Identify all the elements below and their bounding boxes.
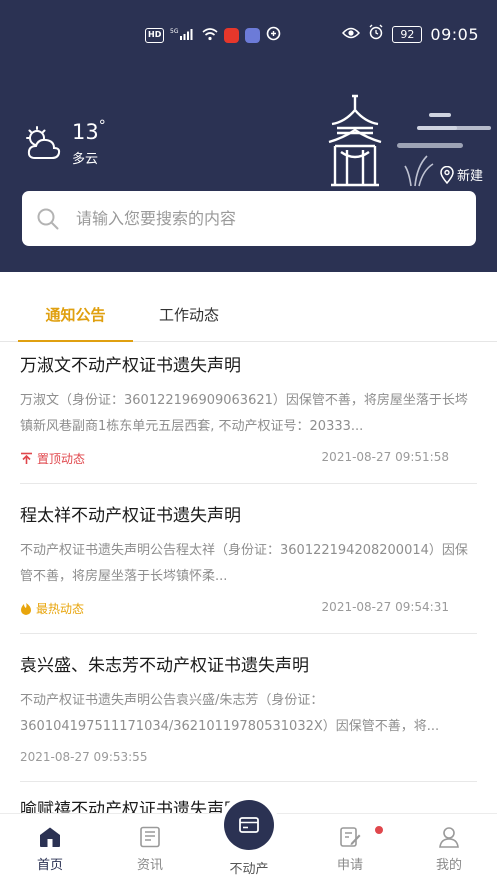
- header-banner: HD 5G 92 09:05 13° 多云 新建 请输入您要搜索的内容: [0, 0, 497, 272]
- nav-real-estate-button[interactable]: [224, 800, 274, 850]
- nav-apply[interactable]: 申请: [320, 826, 380, 873]
- news-excerpt: 万淑文（身份证：360122196909063621）因保管不善，将房屋坐落于长…: [20, 393, 468, 434]
- pinned-badge: 置顶动态: [20, 450, 85, 467]
- wifi-icon: [202, 27, 218, 44]
- list-item[interactable]: 袁兴盛、朱志芳不动产权证书遗失声明 不动产权证书遗失声明公告袁兴盛/朱志芳（身份…: [20, 654, 477, 782]
- location-pin-icon: [440, 165, 454, 184]
- news-excerpt: 不动产权证书遗失声明公告程太祥（身份证：360122194208200014）因…: [20, 543, 468, 584]
- location-selector[interactable]: 新建: [440, 165, 483, 184]
- nav-news[interactable]: 资讯: [120, 826, 180, 873]
- fire-icon: [21, 602, 31, 615]
- list-item[interactable]: 万淑文不动产权证书遗失声明 万淑文（身份证：360122196909063621…: [20, 354, 477, 484]
- pin-top-icon: [21, 452, 32, 464]
- hd-indicator: HD: [145, 27, 165, 43]
- news-date: 2021-08-27 09:51:58: [321, 450, 449, 464]
- nav-profile[interactable]: 我的: [419, 826, 479, 873]
- status-time: 09:05: [430, 24, 479, 44]
- news-meta: 置顶动态 2021-08-27 09:51:58: [20, 450, 477, 472]
- news-date: 2021-08-27 09:54:31: [321, 600, 449, 614]
- music-app-icon: [245, 27, 261, 43]
- location-name: 新建: [457, 169, 484, 184]
- edit-form-icon: [340, 827, 361, 847]
- news-excerpt: 不动产权证书遗失声明公告袁兴盛/朱志芳（身份证：3601041975111710…: [20, 693, 440, 734]
- news-title: 袁兴盛、朱志芳不动产权证书遗失声明: [20, 656, 309, 676]
- news-meta: 最热动态 2021-08-27 09:54:31: [20, 600, 477, 622]
- cloud-sun-icon: [26, 126, 61, 159]
- home-icon: [40, 827, 60, 847]
- news-title: 万淑文不动产权证书遗失声明: [20, 356, 241, 376]
- signal-icon: 5G: [170, 27, 196, 44]
- eye-comfort-icon: [342, 25, 361, 44]
- status-right-icons: 92 09:05: [342, 24, 479, 44]
- card-icon: [239, 817, 259, 833]
- nav-home[interactable]: 首页: [20, 826, 80, 873]
- user-icon: [439, 827, 459, 848]
- svg-text:5G: 5G: [170, 28, 179, 35]
- tab-work-updates[interactable]: 工作动态: [159, 304, 219, 325]
- vpn-shield-icon: [266, 26, 281, 44]
- alarm-icon: [368, 24, 384, 44]
- temperature: 13°: [72, 118, 106, 144]
- tab-notices[interactable]: 通知公告: [18, 304, 133, 342]
- search-bar[interactable]: [22, 191, 476, 246]
- status-bar: HD 5G 92 09:05: [0, 0, 497, 72]
- news-date: 2021-08-27 09:53:55: [20, 750, 148, 764]
- search-icon: [37, 208, 59, 229]
- tab-bar: 通知公告 工作动态: [0, 284, 497, 342]
- weibo-app-icon: [224, 27, 240, 43]
- nav-real-estate-label[interactable]: 不动产: [219, 858, 279, 877]
- notification-dot: [375, 826, 383, 834]
- list-item[interactable]: 程太祥不动产权证书遗失声明 不动产权证书遗失声明公告程太祥（身份证：360122…: [20, 504, 477, 634]
- news-icon: [140, 826, 160, 848]
- search-input[interactable]: [76, 209, 436, 228]
- bottom-nav: 首页 资讯 不动产 申请 我的: [0, 800, 497, 883]
- news-title: 程太祥不动产权证书遗失声明: [20, 506, 241, 526]
- weather-description: 多云: [72, 152, 99, 167]
- battery-indicator: 92: [392, 25, 423, 43]
- news-meta: 2021-08-27 09:53:55: [20, 750, 477, 772]
- status-left-icons: HD 5G: [145, 26, 281, 44]
- hot-badge: 最热动态: [20, 600, 84, 617]
